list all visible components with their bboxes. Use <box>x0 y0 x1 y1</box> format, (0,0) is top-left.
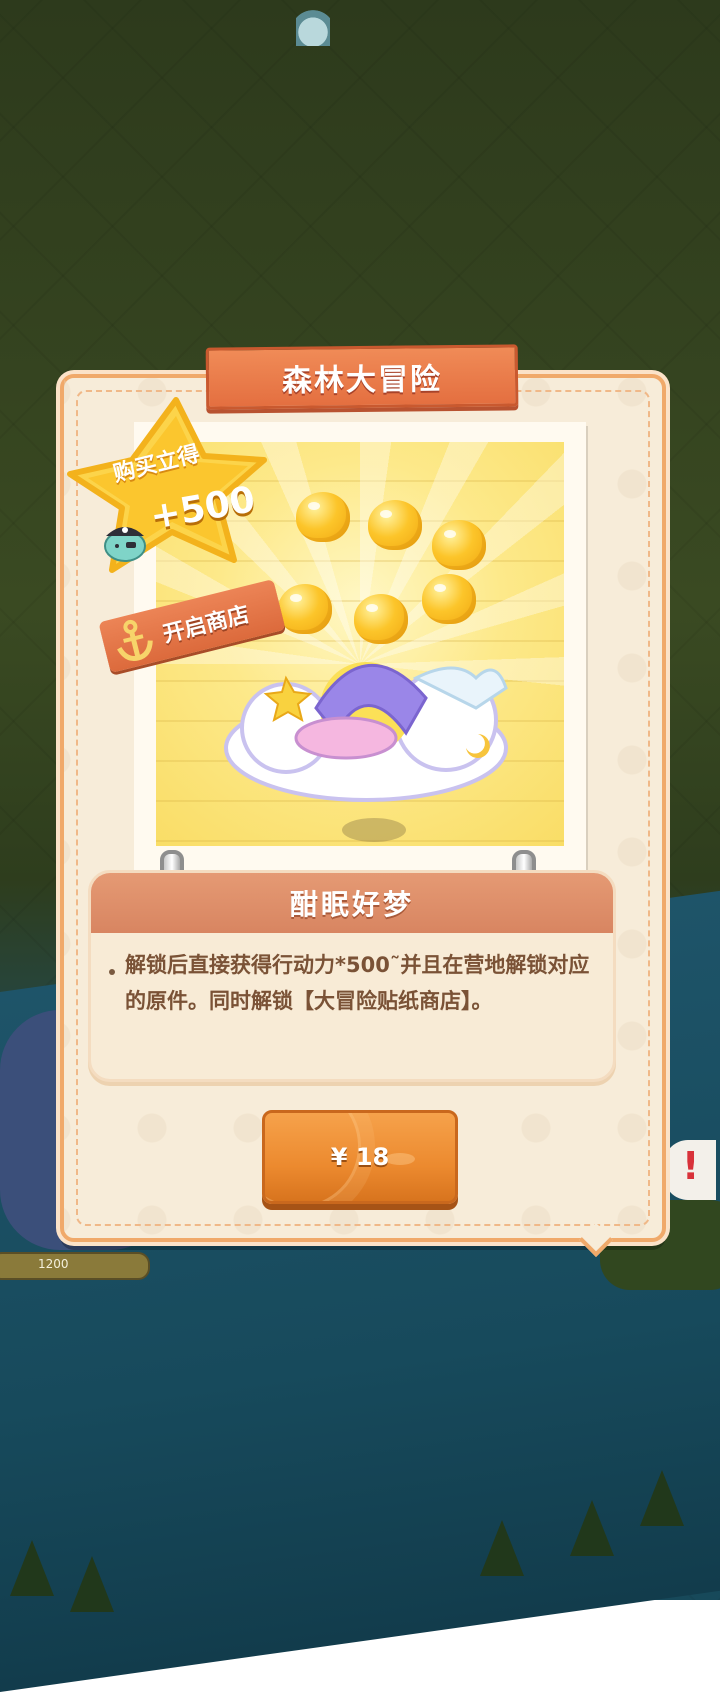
tree-icon <box>10 1540 54 1596</box>
energy-blob-icon <box>422 574 476 624</box>
reward-title: 酣眠好梦 <box>289 888 414 921</box>
sleeping-cloud-icon <box>224 662 508 802</box>
cloud-shadow <box>342 818 406 842</box>
open-shop-label: 开启商店 <box>160 602 252 648</box>
energy-blob-icon <box>296 492 350 542</box>
alert-icon: ! <box>682 1144 700 1188</box>
tree-icon <box>480 1520 524 1576</box>
map-progress-bar: 1200 <box>0 1252 150 1280</box>
tree-icon <box>640 1470 684 1526</box>
anchor-icon <box>117 619 153 661</box>
tree-icon <box>70 1556 114 1612</box>
energy-blob-icon <box>432 520 486 570</box>
tree-icon <box>570 1500 614 1556</box>
map-progress-value: 1200 <box>38 1257 69 1271</box>
alert-bubble[interactable]: ! <box>664 1140 716 1200</box>
buy-button[interactable]: ¥ 18 <box>262 1110 458 1204</box>
bullet-point <box>109 969 115 975</box>
energy-blob-icon <box>354 594 408 644</box>
pirate-slime-icon <box>104 527 146 562</box>
energy-blob-icon <box>278 584 332 634</box>
buy-price-label: ¥ 18 <box>330 1143 390 1171</box>
reward-description-card: 酣眠好梦 解锁后直接获得行动力*500˜并且在营地解锁对应的原件。同时解锁【大冒… <box>88 870 616 1082</box>
energy-blob-icon <box>368 500 422 550</box>
map-signpost-icon <box>296 0 330 46</box>
reward-description: 解锁后直接获得行动力*500˜并且在营地解锁对应的原件。同时解锁【大冒险贴纸商店… <box>125 953 590 1013</box>
